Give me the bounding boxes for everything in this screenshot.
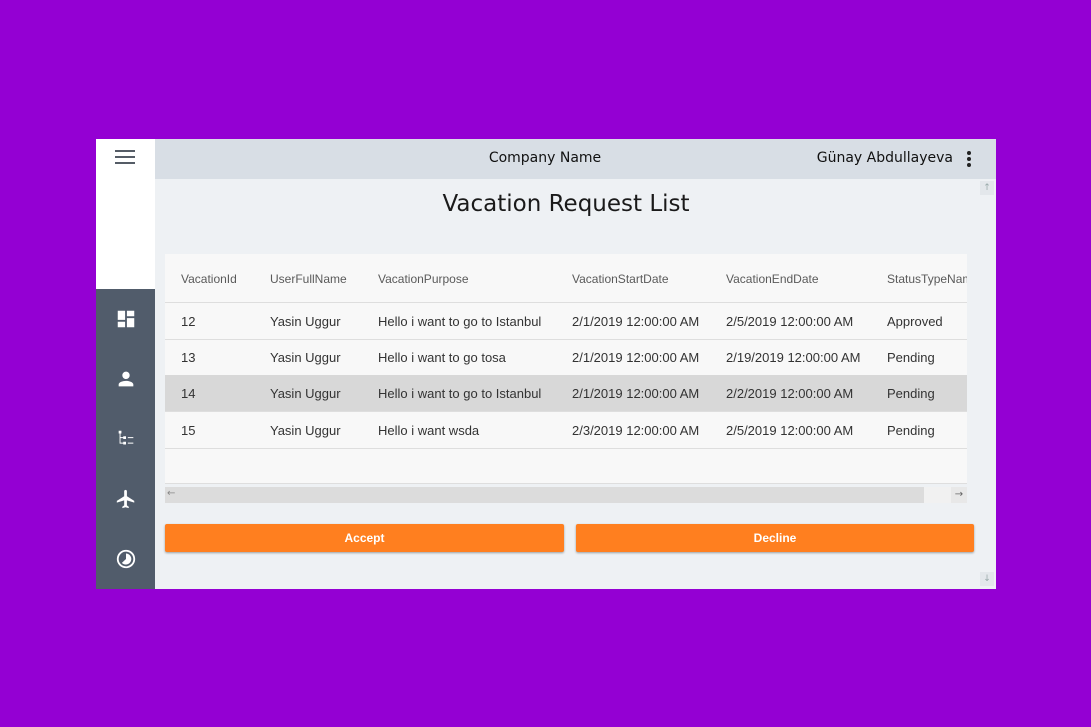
scroll-up-arrow-icon[interactable]: ↑ [980, 181, 994, 195]
table-row-selected[interactable]: 14 Yasin Uggur Hello i want to go to Ist… [165, 375, 967, 412]
table-cell: Pending [887, 386, 935, 401]
page-title: Vacation Request List [442, 191, 690, 217]
table-cell: 2/3/2019 12:00:00 AM [572, 423, 700, 438]
horizontal-scrollbar[interactable]: ← → [165, 487, 967, 503]
table-cell: Pending [887, 350, 935, 365]
table-cell: 2/5/2019 12:00:00 AM [726, 423, 854, 438]
table-cell: Yasin Uggur [270, 350, 341, 365]
table-cell: Hello i want to go tosa [378, 350, 506, 365]
sidebar-item-hierarchy[interactable] [96, 409, 155, 469]
table-header: VacationId UserFullName VacationPurpose … [165, 254, 967, 303]
table-cell: Hello i want to go to Istanbul [378, 386, 542, 401]
table-cell: 13 [181, 350, 196, 365]
table-cell: 2/1/2019 12:00:00 AM [572, 350, 700, 365]
hamburger-menu-icon[interactable] [115, 150, 135, 164]
more-options-icon[interactable] [966, 151, 972, 168]
sidebar-top [96, 139, 155, 289]
table-cell: 12 [181, 314, 196, 329]
table-bottom-divider [165, 483, 967, 484]
table-cell: 2/19/2019 12:00:00 AM [726, 350, 861, 365]
sidebar-item-vacation[interactable] [96, 469, 155, 529]
column-header[interactable]: VacationId [181, 272, 261, 286]
table-cell: 2/1/2019 12:00:00 AM [572, 314, 700, 329]
table-row[interactable]: 12 Yasin Uggur Hello i want to go to Ist… [165, 303, 967, 340]
app-window: Company Name Günay Abdullayeva ↑ ↓ Vacat… [96, 139, 996, 589]
dashboard-icon [117, 310, 134, 328]
table-cell: 2/2/2019 12:00:00 AM [726, 386, 854, 401]
table-cell: Yasin Uggur [270, 386, 341, 401]
sidebar-item-users[interactable] [96, 349, 155, 409]
table-cell: Pending [887, 423, 935, 438]
table-row[interactable]: 15 Yasin Uggur Hello i want wsda 2/3/201… [165, 412, 967, 449]
table-cell: Yasin Uggur [270, 423, 341, 438]
sidebar-item-dashboard[interactable] [96, 289, 155, 349]
table-cell: Yasin Uggur [270, 314, 341, 329]
person-icon [118, 371, 133, 387]
column-header[interactable]: UserFullName [270, 272, 370, 286]
sidebar-nav [96, 289, 155, 589]
column-header[interactable]: VacationStartDate [572, 272, 722, 286]
table-cell: Hello i want wsda [378, 423, 480, 438]
table-cell: 14 [181, 386, 196, 401]
decline-button[interactable]: Decline [576, 524, 974, 552]
vacation-table: VacationId UserFullName VacationPurpose … [165, 254, 967, 484]
hierarchy-icon [118, 430, 133, 445]
user-name[interactable]: Günay Abdullayeva [817, 150, 953, 166]
table-cell: 2/1/2019 12:00:00 AM [572, 386, 700, 401]
column-header[interactable]: VacationEndDate [726, 272, 881, 286]
column-header[interactable]: VacationPurpose [378, 272, 563, 286]
accept-button[interactable]: Accept [165, 524, 564, 552]
table-cell: 2/5/2019 12:00:00 AM [726, 314, 854, 329]
table-row[interactable]: 13 Yasin Uggur Hello i want to go tosa 2… [165, 339, 967, 376]
scroll-left-arrow-icon[interactable]: ← [167, 488, 175, 499]
scroll-right-arrow-icon[interactable]: → [951, 487, 967, 503]
table-cell: Approved [887, 314, 943, 329]
column-header[interactable]: StatusTypeName [887, 272, 967, 286]
scroll-down-arrow-icon[interactable]: ↓ [980, 572, 994, 586]
table-cell: Hello i want to go to Istanbul [378, 314, 542, 329]
table-cell: 15 [181, 423, 196, 438]
top-header: Company Name Günay Abdullayeva [155, 139, 996, 179]
chart-icon [116, 549, 135, 569]
sidebar-item-reports[interactable] [96, 529, 155, 589]
scrollbar-thumb[interactable] [165, 487, 924, 503]
airplane-icon [116, 489, 134, 509]
